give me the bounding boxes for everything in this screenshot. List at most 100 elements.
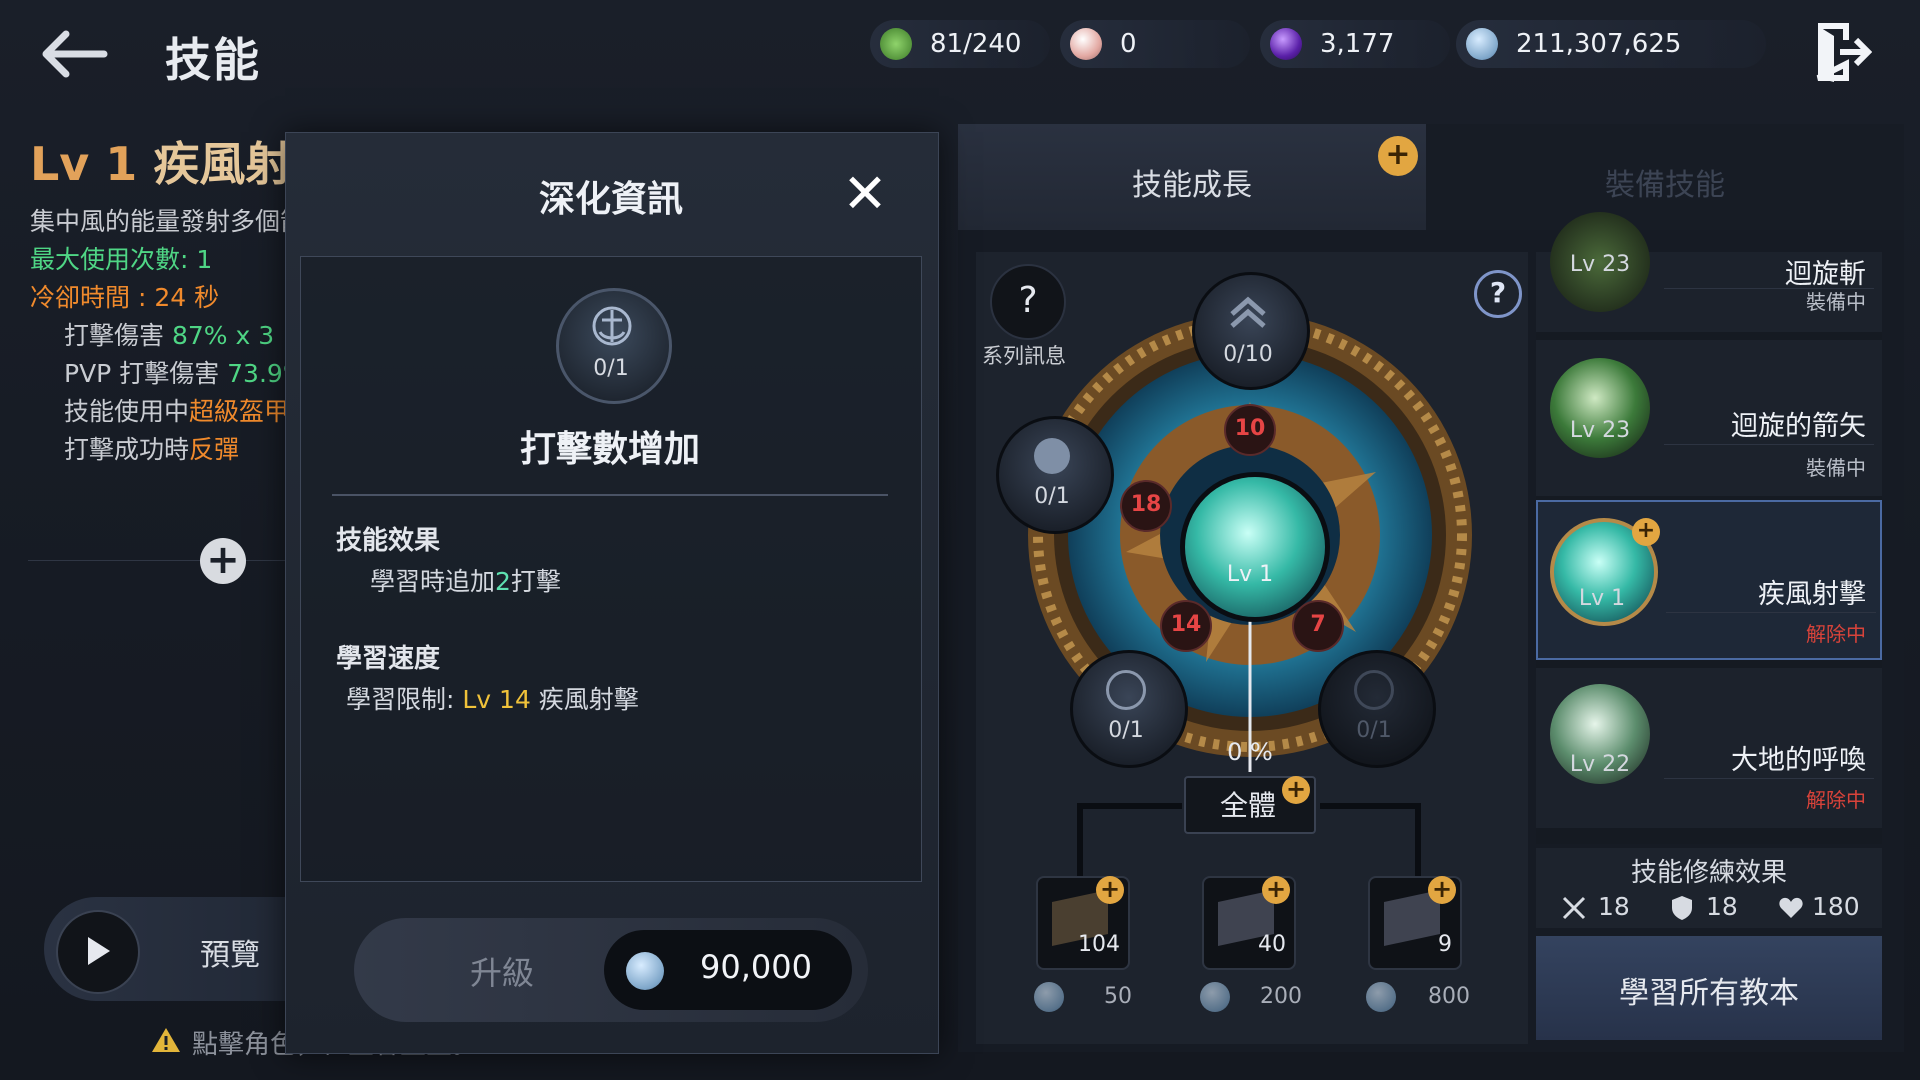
skill-plus-icon[interactable]: +: [1632, 518, 1660, 546]
sword-icon: [1562, 896, 1586, 920]
badge-top: 10: [1224, 404, 1276, 456]
silver-counter: 211,307,625: [1456, 20, 1766, 68]
book-2-count: 40: [1258, 932, 1286, 957]
shield-icon: [1672, 896, 1692, 920]
crystal-icon: [1270, 28, 1302, 60]
pearl-icon: [1070, 28, 1102, 60]
cooldown: 冷卻時間 : 24 秒: [30, 283, 220, 312]
page-title: 技能: [165, 33, 261, 87]
skill-list-item[interactable]: Lv 23 迴旋的箭矢 裝備中: [1536, 340, 1882, 496]
series-info-button[interactable]: ?: [990, 264, 1066, 340]
help-button[interactable]: ?: [1474, 270, 1522, 318]
coin-icon: [1366, 982, 1396, 1012]
skill-name: 迴旋的箭矢: [1731, 411, 1866, 442]
learn-all-label: 學習所有教本: [1619, 976, 1799, 1011]
skill-name: 大地的呼喚: [1731, 745, 1866, 776]
book-3-count: 9: [1438, 932, 1452, 957]
skill-using-effect: 技能使用中超級盔甲: [64, 397, 290, 426]
skill-list-item[interactable]: Lv 23 迴旋斬 裝備中: [1536, 212, 1882, 332]
upgrade-cost-value: 90,000: [700, 948, 812, 986]
training-title: 技能修練效果: [1630, 858, 1787, 888]
locked-node-icon: [1354, 670, 1394, 710]
skill-name: 疾風射擊: [1758, 579, 1866, 610]
skill-list-item[interactable]: Lv 22 大地的呼喚 解除中: [1536, 668, 1882, 828]
pearl-counter: 0: [1060, 20, 1250, 68]
node-left[interactable]: [996, 416, 1114, 534]
tab-equip-skill-label: 裝備技能: [1605, 168, 1725, 203]
core-skill-icon[interactable]: [1180, 472, 1330, 622]
node-bottom-right-count: 0/1: [1356, 718, 1392, 743]
node-left-count: 0/1: [1034, 484, 1070, 509]
head-icon: [1034, 438, 1070, 474]
anchor-icon: [592, 306, 632, 346]
play-triangle: [88, 937, 110, 965]
book-2-cost: 200: [1260, 984, 1302, 1009]
skill-level: Lv 23: [1569, 252, 1631, 277]
skill-icon: [1550, 358, 1650, 458]
skill-state: 裝備中: [1806, 456, 1866, 480]
badge-bottom-right: 7: [1292, 600, 1344, 652]
row-divider: [1666, 612, 1876, 613]
book-1-cost: 50: [1104, 984, 1132, 1009]
tab-plus-icon[interactable]: +: [1378, 136, 1418, 176]
all-plus-icon[interactable]: +: [1282, 776, 1310, 804]
heart-icon: [1779, 897, 1803, 918]
max-uses: 最大使用次數: 1: [30, 245, 213, 274]
pearl-value: 0: [1120, 29, 1137, 59]
requirement-text: 學習限制: Lv 14 疾風射擊: [346, 685, 639, 714]
tab-skill-growth-label: 技能成長: [1132, 168, 1252, 203]
speed-heading: 學習速度: [336, 644, 441, 674]
silver-coin-icon: [626, 952, 664, 990]
training-attack: 18: [1598, 892, 1630, 921]
skill-level: Lv 23: [1569, 418, 1631, 443]
warning-icon: [152, 1028, 180, 1052]
skill-list-item-selected[interactable]: Lv 1 + 疾風射擊 解除中: [1536, 500, 1882, 660]
crystal-counter: 3,177: [1260, 20, 1450, 68]
node-count: 0/1: [593, 356, 629, 381]
row-divider: [1664, 444, 1874, 445]
book-3-plus-icon[interactable]: +: [1428, 876, 1456, 904]
silver-value: 211,307,625: [1516, 29, 1682, 59]
upgrade-label: 升級: [470, 954, 535, 992]
row-divider: [1664, 778, 1874, 779]
node-bottom-left-count: 0/1: [1108, 718, 1144, 743]
series-info-label: 系列訊息: [982, 344, 1066, 368]
back-arrow-icon[interactable]: [38, 28, 108, 80]
crystal-value: 3,177: [1320, 29, 1395, 59]
preview-label: 預覽: [200, 938, 260, 973]
exit-icon[interactable]: [1812, 20, 1872, 84]
hit-damage: 打擊傷害 87% x 3: [64, 321, 275, 350]
badge-bottom-left: 14: [1160, 600, 1212, 652]
book-3-cost: 800: [1428, 984, 1470, 1009]
modal-divider: [332, 494, 888, 496]
training-hp: 180: [1812, 892, 1860, 921]
add-slot-button[interactable]: +: [200, 538, 246, 584]
stamina-icon: [880, 28, 912, 60]
coin-icon: [1034, 982, 1064, 1012]
effect-text: 學習時追加2打擊: [370, 567, 561, 596]
skill-state: 解除中: [1806, 622, 1866, 646]
effect-heading: 技能效果: [336, 526, 441, 556]
badge-left: 18: [1120, 480, 1172, 532]
divider: [28, 560, 288, 561]
book-1-plus-icon[interactable]: +: [1096, 876, 1124, 904]
coin-icon: [1200, 982, 1230, 1012]
stamina-value: 81/240: [930, 29, 1022, 59]
chevron-up-icon: [1230, 296, 1266, 328]
node-top[interactable]: [1192, 272, 1310, 390]
skill-level: Lv 1: [30, 137, 138, 191]
anchor-icon: [1106, 670, 1146, 710]
close-icon[interactable]: ✕: [840, 167, 890, 221]
book-2-plus-icon[interactable]: +: [1262, 876, 1290, 904]
skill-state: 解除中: [1806, 788, 1866, 812]
node-name: 打擊數增加: [519, 429, 700, 470]
core-skill-level: Lv 1: [1226, 562, 1274, 587]
book-1-count: 104: [1078, 932, 1120, 957]
skill-level: Lv 22: [1569, 752, 1631, 777]
skill-state: 裝備中: [1806, 290, 1866, 314]
stamina-counter: 81/240: [870, 20, 1050, 68]
node-top-count: 0/10: [1223, 342, 1273, 367]
progress-percent: 0 %: [1227, 738, 1273, 766]
silver-coin-icon: [1466, 28, 1498, 60]
skill-level: Lv 1: [1578, 586, 1626, 611]
